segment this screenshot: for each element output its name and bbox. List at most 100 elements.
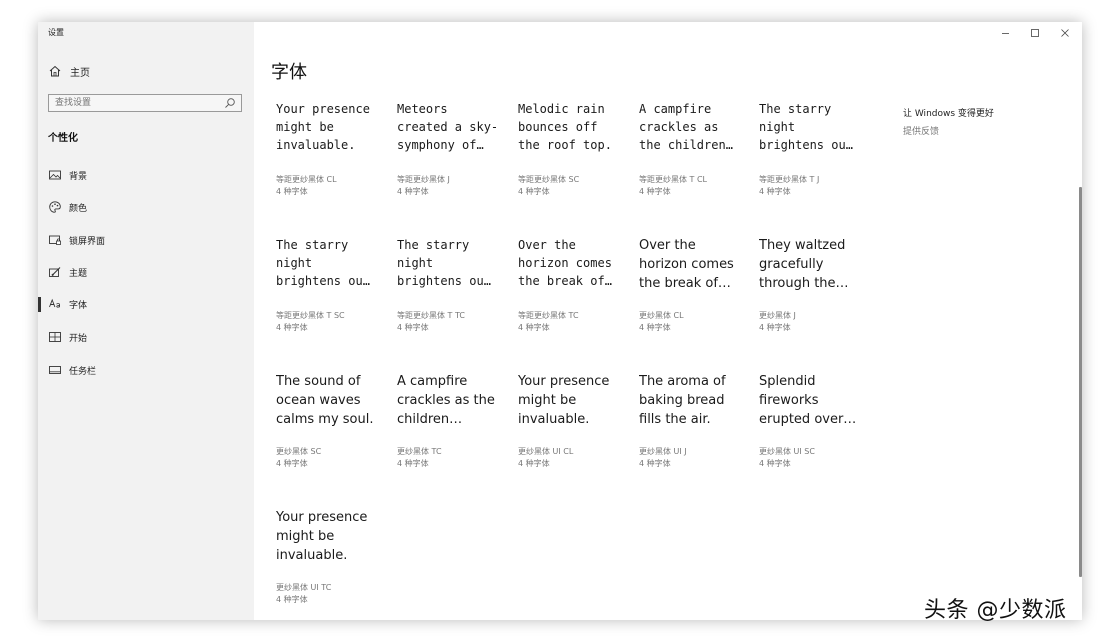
font-preview-line: horizon comes [518, 256, 612, 270]
font-count: 4 种字体 [639, 323, 671, 332]
sidebar-item-themes[interactable]: 主题 [38, 262, 254, 282]
font-count: 4 种字体 [759, 459, 791, 468]
font-card[interactable]: Over the horizon comes the break of… 等距更纱黑体… [518, 236, 630, 334]
font-preview-line: calms my soul. [276, 412, 374, 427]
font-card[interactable]: Meteors created a sky-symphony of… 等距更纱黑体 … [397, 100, 509, 198]
font-card[interactable]: The aroma of baking bread fills the air. 更纱… [639, 372, 751, 470]
font-preview-line: The starry [397, 238, 470, 252]
font-count: 4 种字体 [276, 187, 308, 196]
font-name: 等距更纱黑体 TC [518, 311, 579, 320]
font-preview: The aroma of baking bread fills the air. [639, 372, 751, 429]
page-title: 字体 [271, 62, 307, 83]
search-box[interactable] [48, 94, 242, 112]
font-card[interactable]: The starry night brightens ou… 等距更纱黑体 T J 4 … [759, 100, 871, 198]
sidebar-item-start[interactable]: 开始 [38, 327, 254, 347]
search-icon[interactable] [224, 97, 236, 109]
font-card[interactable]: A campfire crackles as the children… 更纱黑体 T… [397, 372, 509, 470]
font-preview-line: the break of… [639, 276, 731, 291]
font-preview-line: Meteors [397, 102, 448, 116]
font-preview-line: bounces off [518, 120, 598, 134]
sidebar-item-label: 主题 [69, 268, 88, 279]
scrollbar[interactable] [1079, 187, 1082, 577]
font-preview-line: A campfire [639, 102, 712, 116]
font-name: 更纱黑体 SC [276, 447, 322, 456]
feedback-link[interactable]: 提供反馈 [903, 124, 994, 137]
font-preview-line: brightens ou… [276, 274, 370, 288]
close-icon[interactable] [1058, 26, 1072, 40]
font-preview: Meteors created a sky-symphony of… [397, 100, 509, 157]
font-card[interactable]: The starry night brightens ou… 等距更纱黑体 T TC 4… [397, 236, 509, 334]
watermark-text: 头条 @少数派 [924, 598, 1067, 623]
font-preview-line: horizon comes [639, 257, 734, 272]
font-card[interactable]: They waltzed gracefully through the… 更纱黑体 J… [759, 236, 871, 334]
font-preview: Splendid fireworks erupted over… [759, 372, 871, 429]
font-count: 4 种字体 [397, 459, 429, 468]
font-preview-line: fills the air. [639, 412, 711, 427]
maximize-icon[interactable] [1028, 26, 1042, 40]
sidebar-item-background[interactable]: 背景 [38, 165, 254, 185]
font-card[interactable]: Your presence might be invaluable. 更纱黑体 UI … [276, 508, 388, 606]
brush-icon [49, 267, 61, 277]
palette-icon [49, 201, 61, 213]
font-card[interactable]: Your presence might be invaluable. 更纱黑体 UI … [518, 372, 630, 470]
sidebar-item-lock-screen[interactable]: 锁屏界面 [38, 230, 254, 250]
settings-window: 设置 主页 个性化 背景 [38, 22, 1082, 620]
sidebar-item-colors[interactable]: 颜色 [38, 197, 254, 217]
font-preview-line: baking bread [639, 393, 725, 408]
feedback-heading: 让 Windows 变得更好 [903, 109, 994, 119]
picture-icon [49, 170, 61, 180]
search-input[interactable] [55, 97, 215, 109]
font-card[interactable]: A campfire crackles as the children… 等距更纱黑体… [639, 100, 751, 198]
font-name: 等距更纱黑体 T SC [276, 311, 345, 320]
font-preview: Your presence might be invaluable. [518, 372, 630, 429]
minimize-icon[interactable] [999, 26, 1013, 40]
font-preview-line: might be [518, 393, 577, 408]
font-preview-line: the children… [639, 138, 733, 152]
font-preview-line: night [397, 256, 434, 270]
app-title: 设置 [48, 28, 64, 37]
font-count: 4 种字体 [518, 459, 550, 468]
font-preview: Melodic rain bounces off the roof top. [518, 100, 630, 157]
start-icon [49, 332, 61, 342]
font-name: 更纱黑体 J [759, 311, 796, 320]
font-preview-line: erupted over… [759, 412, 857, 427]
font-preview: Your presence might be invaluable. [276, 508, 388, 565]
font-card[interactable]: Splendid fireworks erupted over… 更纱黑体 UI SC… [759, 372, 871, 470]
font-name: 等距更纱黑体 CL [276, 175, 337, 184]
font-preview-line: The aroma of [639, 374, 726, 389]
sidebar-item-fonts[interactable]: 字体 [38, 294, 254, 314]
font-name: 等距更纱黑体 T CL [639, 175, 708, 184]
font-preview: Your presence might be invaluable. [276, 100, 388, 157]
font-preview-line: through the… [759, 276, 849, 291]
font-card[interactable]: Melodic rain bounces off the roof top. 等距更纱… [518, 100, 630, 198]
sidebar-item-label: 任务栏 [69, 366, 97, 377]
font-count: 4 种字体 [397, 323, 429, 332]
font-card[interactable]: The starry night brightens ou… 等距更纱黑体 T SC 4… [276, 236, 388, 334]
font-preview: Over the horizon comes the break of… [639, 236, 751, 293]
font-preview-line: Melodic rain [518, 102, 605, 116]
sidebar-item-taskbar[interactable]: 任务栏 [38, 360, 254, 380]
font-name: 等距更纱黑体 J [397, 175, 450, 184]
font-card[interactable]: The sound of ocean waves calms my soul. 更纱黑… [276, 372, 388, 470]
font-preview-line: fireworks [759, 393, 819, 408]
sidebar-item-label: 颜色 [69, 203, 88, 214]
font-count: 4 种字体 [759, 323, 791, 332]
font-preview-line: night [276, 256, 313, 270]
font-name: 更纱黑体 CL [639, 311, 684, 320]
font-name: 更纱黑体 UI CL [518, 447, 574, 456]
font-card[interactable]: Your presence might be invaluable. 等距更纱黑体 C… [276, 100, 388, 198]
font-preview-line: the break of… [518, 274, 612, 288]
font-preview-line: gracefully [759, 257, 824, 272]
font-preview-line: Your presence [276, 510, 368, 525]
feedback-panel: 让 Windows 变得更好 提供反馈 [903, 106, 994, 137]
font-preview: A campfire crackles as the children… [397, 372, 509, 429]
font-preview: A campfire crackles as the children… [639, 100, 751, 157]
font-preview: The starry night brightens ou… [397, 236, 509, 293]
font-preview-line: Your presence [276, 102, 370, 116]
font-card[interactable]: Over the horizon comes the break of… 更纱黑体 C… [639, 236, 751, 334]
sidebar-home[interactable]: 主页 [48, 63, 90, 79]
font-name: 等距更纱黑体 SC [518, 175, 580, 184]
sidebar-item-label: 背景 [69, 171, 88, 182]
section-title: 个性化 [48, 133, 78, 144]
font-preview: The sound of ocean waves calms my soul. [276, 372, 388, 429]
